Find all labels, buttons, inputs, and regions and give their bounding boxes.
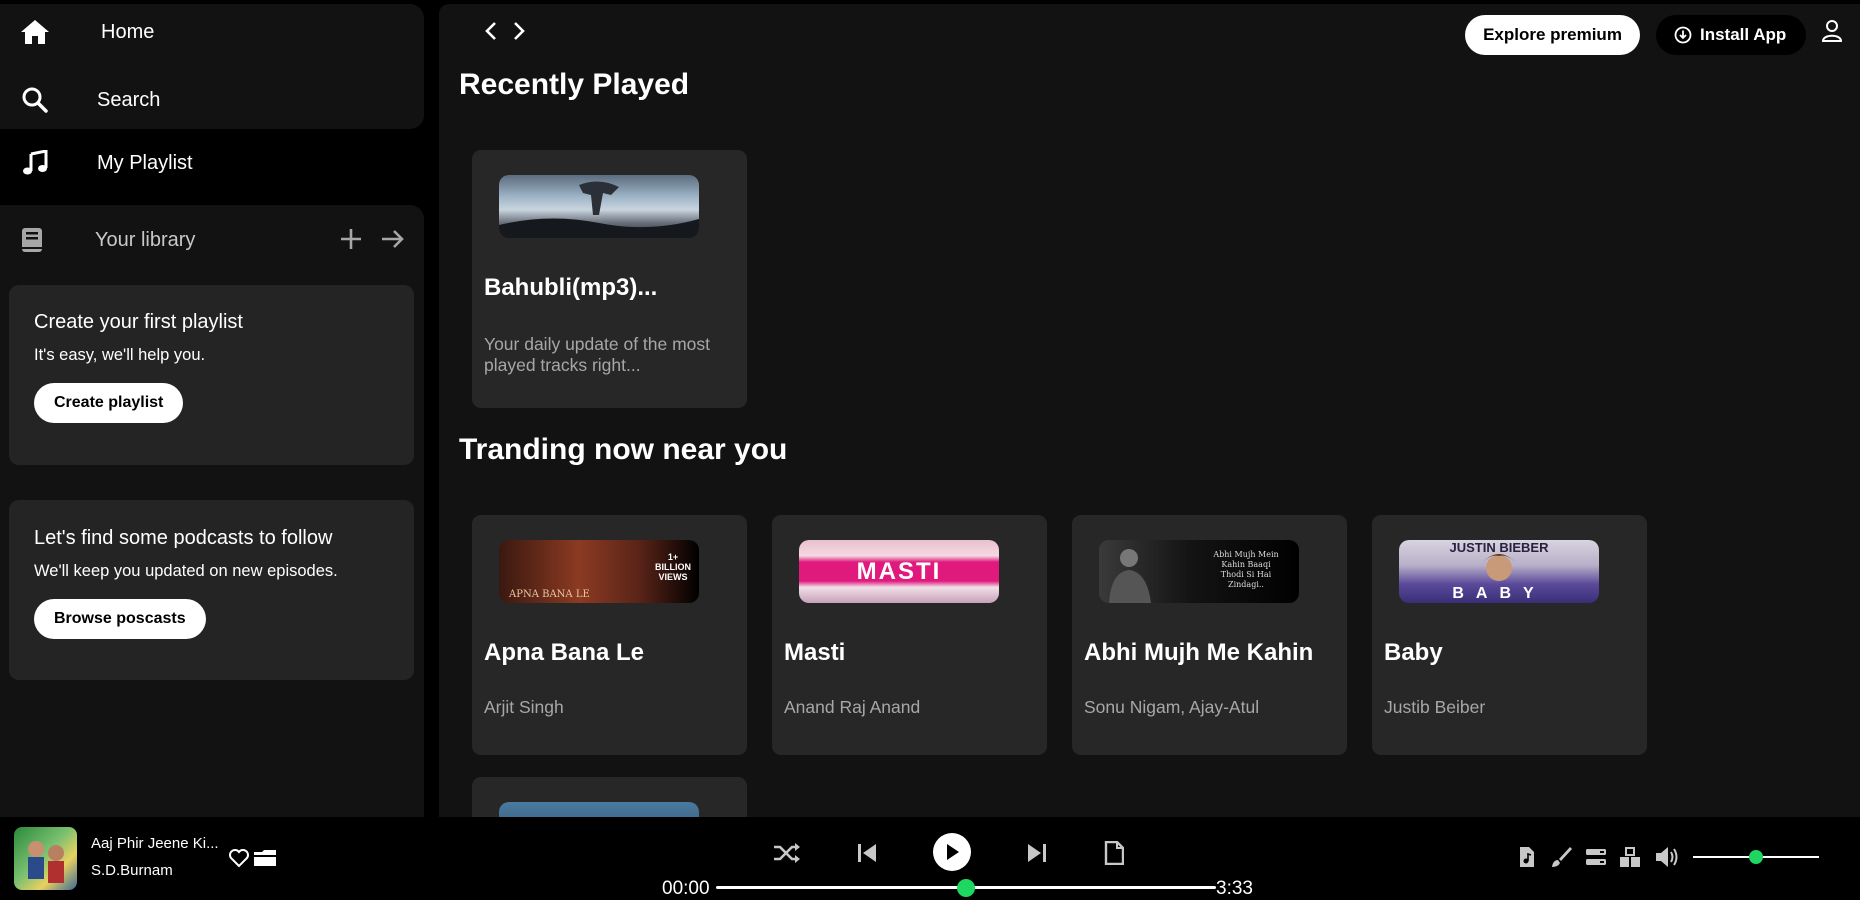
nav-home[interactable]: Home — [20, 19, 154, 45]
promo-playlist-text: It's easy, we'll help you. — [34, 346, 206, 364]
plus-icon[interactable] — [338, 226, 364, 252]
album-art-abhi-mujh-me-kahin: Abhi Mujh Mein Kahin Baaqi Thodi Si Hai … — [1099, 540, 1299, 603]
trending-card[interactable] — [472, 777, 747, 817]
trending-card[interactable]: Abhi Mujh Mein Kahin Baaqi Thodi Si Hai … — [1072, 515, 1347, 755]
card-title: Apna Bana Le — [484, 639, 645, 666]
nav-search-label: Search — [97, 88, 161, 111]
album-art-masti: MASTI — [799, 540, 999, 603]
thumb-caption: APNA BANA LE — [509, 589, 590, 600]
devices-icon[interactable] — [1618, 845, 1642, 869]
card-subtitle: Anand Raj Anand — [784, 697, 921, 717]
user-icon[interactable] — [1820, 18, 1844, 44]
card-title: Abhi Mujh Me Kahin — [1084, 639, 1314, 666]
thumb-caption: Abhi Mujh Mein Kahin Baaqi Thodi Si Hai … — [1213, 550, 1279, 589]
install-app-label: Install App — [1700, 25, 1787, 44]
podcasts-promo: Let's find some podcasts to follow We'll… — [9, 500, 414, 680]
create-playlist-button[interactable]: Create playlist — [34, 383, 184, 423]
skip-forward-icon[interactable] — [1025, 839, 1049, 867]
download-circle-icon — [1674, 26, 1692, 44]
album-art-bahubali — [499, 175, 699, 238]
track-artist[interactable]: S.D.Burnam — [91, 862, 173, 879]
music-note-icon — [22, 149, 48, 176]
trending-card[interactable]: JUSTIN BIEBER BABY Baby Justib Beiber — [1372, 515, 1647, 755]
progress-knob[interactable] — [957, 879, 975, 897]
library-header[interactable]: Your library — [21, 227, 195, 253]
heart-icon[interactable] — [227, 847, 251, 869]
album-art — [499, 802, 699, 817]
recent-card[interactable]: Bahubli(mp3)... Your daily update of the… — [472, 150, 747, 408]
recently-played-heading: Recently Played — [459, 68, 690, 101]
card-title: Baby — [1384, 639, 1443, 666]
promo-playlist-title: Create your first playlist — [34, 311, 243, 333]
arrow-right-icon[interactable] — [380, 226, 406, 252]
card-title: Bahubli(mp3)... — [484, 274, 658, 301]
album-art-apna-bana-le: APNA BANA LE 1+ BILLION VIEWS — [499, 540, 699, 603]
thumb-caption: MASTI — [856, 558, 942, 585]
book-icon — [21, 227, 43, 253]
folder-icon[interactable] — [253, 847, 277, 869]
now-playing-art[interactable] — [14, 827, 77, 890]
chevron-left-icon[interactable] — [481, 19, 501, 43]
card-subtitle: Arjit Singh — [484, 697, 564, 717]
browse-podcasts-button[interactable]: Browse poscasts — [34, 599, 206, 639]
thumb-caption: BABY — [1452, 585, 1546, 602]
skip-back-icon[interactable] — [855, 839, 879, 867]
volume-icon[interactable] — [1654, 845, 1682, 869]
views-badge: 1+ BILLION VIEWS — [655, 552, 691, 582]
progress-slider[interactable] — [716, 879, 1216, 897]
promo-podcasts-text: We'll keep you updated on new episodes. — [34, 562, 338, 580]
nav-my-playlist-label: My Playlist — [97, 151, 193, 174]
card-subtitle: Sonu Nigam, Ajay-Atul — [1084, 697, 1260, 717]
card-subtitle: Justib Beiber — [1384, 697, 1486, 717]
trending-heading: Tranding now near you — [459, 433, 788, 466]
play-icon — [947, 844, 959, 860]
nav-my-playlist[interactable]: My Playlist — [22, 149, 193, 176]
trending-card[interactable]: APNA BANA LE 1+ BILLION VIEWS Apna Bana … — [472, 515, 747, 755]
queue-icon[interactable] — [1584, 845, 1608, 869]
library-panel: Your library Create your first playlist … — [0, 205, 424, 817]
track-title[interactable]: Aaj Phir Jeene Ki... — [91, 835, 219, 852]
install-app-button[interactable]: Install App — [1656, 15, 1806, 55]
play-button[interactable] — [933, 833, 971, 871]
volume-knob[interactable] — [1749, 850, 1763, 864]
nav-search[interactable]: Search — [22, 87, 160, 113]
home-icon — [20, 19, 50, 45]
brush-icon[interactable] — [1549, 845, 1573, 869]
main-panel: Explore premium Install App Recently Pla… — [439, 4, 1860, 817]
trending-card[interactable]: MASTI Masti Anand Raj Anand — [772, 515, 1047, 755]
search-icon — [22, 87, 48, 113]
volume-slider[interactable] — [1693, 849, 1819, 865]
chevron-right-icon[interactable] — [509, 19, 529, 43]
card-title: Masti — [784, 639, 846, 666]
shuffle-icon[interactable] — [772, 839, 802, 867]
lyrics-icon[interactable] — [1516, 845, 1538, 869]
promo-podcasts-title: Let's find some podcasts to follow — [34, 527, 333, 549]
nav-home-label: Home — [101, 20, 155, 43]
explore-premium-button[interactable]: Explore premium — [1465, 15, 1640, 55]
create-playlist-promo: Create your first playlist It's easy, we… — [9, 285, 414, 465]
document-icon[interactable] — [1102, 839, 1126, 867]
player-bar: Aaj Phir Jeene Ki... S.D.Burnam 00:00 3:… — [0, 817, 1860, 899]
album-art-baby: JUSTIN BIEBER BABY — [1399, 540, 1599, 603]
card-subtitle: Your daily update of the most played tra… — [484, 334, 711, 375]
library-label: Your library — [95, 228, 196, 251]
